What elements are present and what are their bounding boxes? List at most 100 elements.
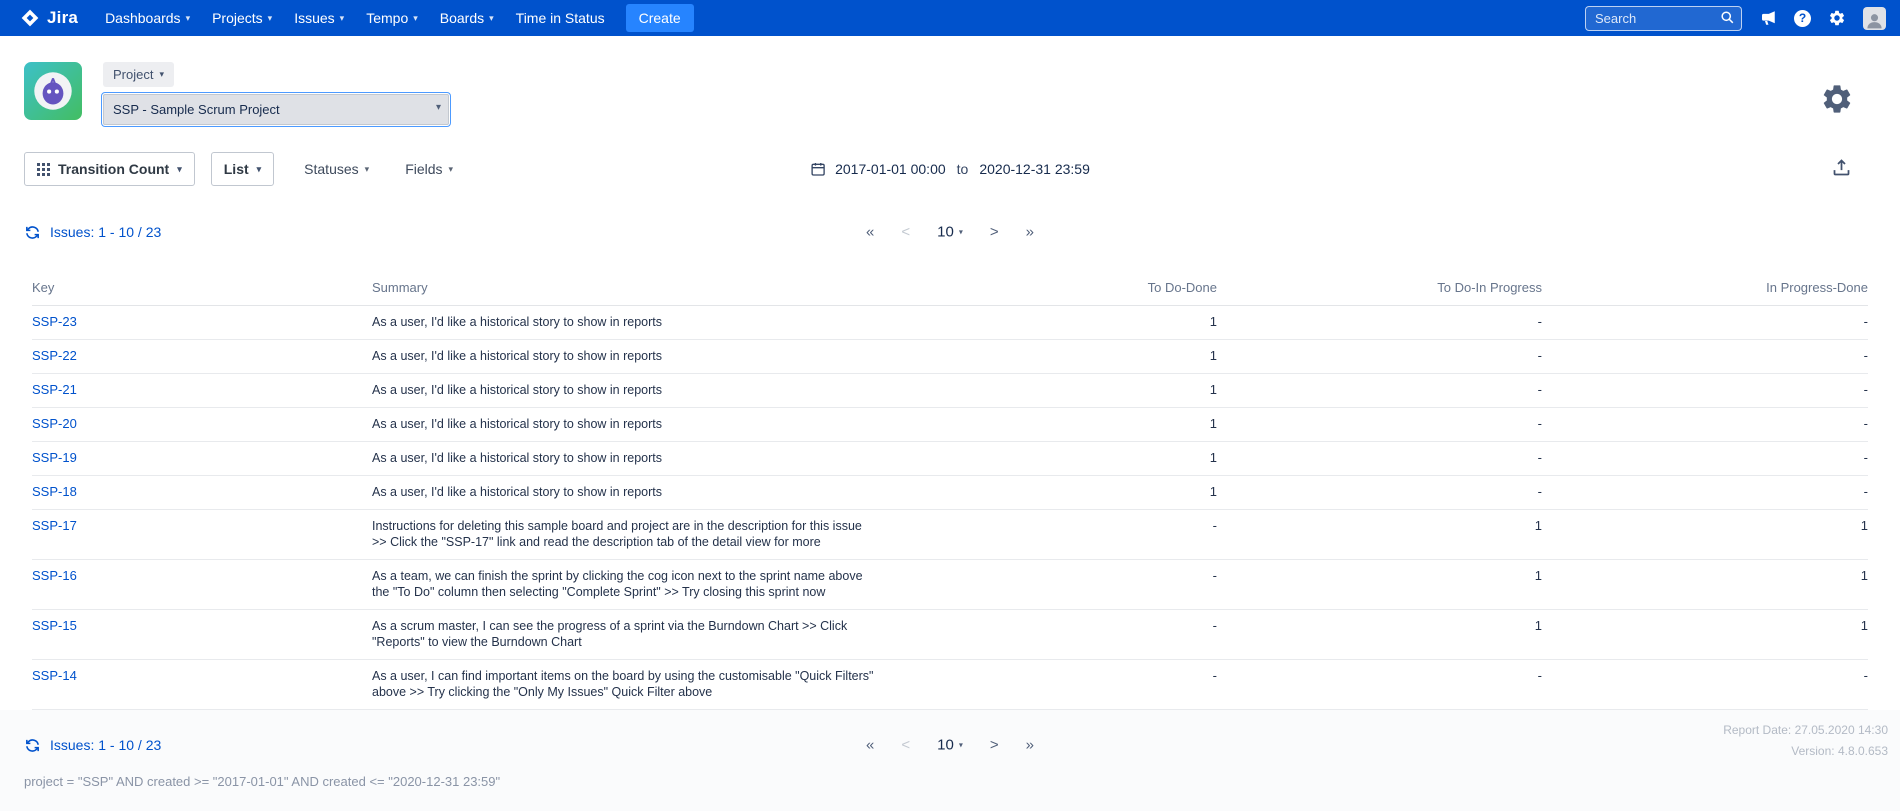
nav-item-issues[interactable]: Issues ▾ (283, 0, 355, 36)
report-type-dropdown[interactable]: Transition Count ▾ (24, 152, 195, 186)
pagination-last[interactable]: » (1026, 225, 1034, 240)
table-header-row: Key Summary To Do-Done To Do-In Progress… (32, 271, 1868, 306)
pagination-last[interactable]: » (1026, 738, 1034, 753)
issue-key-link[interactable]: SSP-15 (32, 618, 77, 633)
pagination-prev[interactable]: < (901, 225, 910, 240)
pagination-first[interactable]: « (866, 225, 874, 240)
issue-key-link[interactable]: SSP-17 (32, 518, 77, 533)
issues-summary: Issues: 1 - 10 / 23 (50, 737, 161, 753)
help-icon[interactable]: ? (1794, 10, 1811, 27)
pagination-next[interactable]: > (990, 738, 999, 753)
page: Jira Dashboards ▾ Projects ▾ Issues ▾ Te… (0, 0, 1900, 811)
project-type-button[interactable]: Project ▾ (103, 62, 174, 87)
todo-done-value: - (892, 660, 1217, 710)
issues-row-bottom: Issues: 1 - 10 / 23 « < 10 ▾ > » Report … (0, 728, 1900, 762)
feedback-megaphone-icon[interactable] (1759, 9, 1777, 27)
issues-table: Key Summary To Do-Done To Do-In Progress… (32, 271, 1868, 710)
inprogress-done-value: - (1542, 408, 1868, 442)
column-header-key[interactable]: Key (32, 271, 372, 306)
page-size-dropdown[interactable]: 10 ▾ (937, 738, 963, 753)
report-date: Report Date: 27.05.2020 14:30 (1723, 720, 1888, 741)
chevron-down-icon: ▾ (449, 165, 454, 174)
export-icon[interactable] (1831, 157, 1852, 183)
refresh-icon[interactable] (24, 737, 41, 754)
issue-summary: As a user, I'd like a historical story t… (372, 408, 892, 442)
column-header-todo-inprogress[interactable]: To Do-In Progress (1217, 271, 1542, 306)
issue-key-link[interactable]: SSP-20 (32, 416, 77, 431)
issue-summary: Instructions for deleting this sample bo… (372, 510, 892, 560)
issue-summary: As a scrum master, I can see the progres… (372, 610, 892, 660)
statuses-dropdown[interactable]: Statuses ▾ (304, 161, 369, 177)
footer: Issues: 1 - 10 / 23 « < 10 ▾ > » Report … (0, 710, 1900, 811)
todo-inprogress-value: - (1217, 306, 1542, 340)
issue-key-link[interactable]: SSP-21 (32, 382, 77, 397)
date-range-picker[interactable]: 2017-01-01 00:00 to 2020-12-31 23:59 (810, 161, 1090, 177)
todo-inprogress-value: - (1217, 374, 1542, 408)
column-header-summary[interactable]: Summary (372, 271, 892, 306)
nav-item-dashboards[interactable]: Dashboards ▾ (94, 0, 201, 36)
project-avatar[interactable] (24, 62, 82, 120)
brand-text: Jira (47, 8, 78, 28)
report-toolbar: Transition Count ▾ List ▾ Statuses ▾ Fie… (24, 149, 1876, 189)
statuses-label: Statuses (304, 161, 358, 177)
fields-label: Fields (405, 161, 442, 177)
nav-item-projects[interactable]: Projects ▾ (201, 0, 283, 36)
nav-item-time-in-status[interactable]: Time in Status (505, 0, 616, 36)
table-row: SSP-20 As a user, I'd like a historical … (32, 408, 1868, 442)
todo-inprogress-value: - (1217, 408, 1542, 442)
nav-item-tempo[interactable]: Tempo ▾ (355, 0, 429, 36)
inprogress-done-value: 1 (1542, 510, 1868, 560)
chevron-down-icon: ▾ (959, 228, 963, 236)
nav-label: Dashboards (105, 10, 181, 26)
help-question-glyph: ? (1794, 10, 1811, 27)
issue-key-link[interactable]: SSP-23 (32, 314, 77, 329)
pagination-next[interactable]: > (990, 225, 999, 240)
inprogress-done-value: 1 (1542, 610, 1868, 660)
issue-key-link[interactable]: SSP-16 (32, 568, 77, 583)
project-select[interactable]: SSP - Sample Scrum Project (103, 94, 449, 125)
table-row: SSP-16 As a team, we can finish the spri… (32, 560, 1868, 610)
todo-done-value: 1 (892, 306, 1217, 340)
issue-key-link[interactable]: SSP-18 (32, 484, 77, 499)
refresh-icon[interactable] (24, 224, 41, 241)
date-from: 2017-01-01 00:00 (835, 161, 946, 177)
date-separator: to (955, 161, 971, 177)
table-row: SSP-19 As a user, I'd like a historical … (32, 442, 1868, 476)
top-navbar: Jira Dashboards ▾ Projects ▾ Issues ▾ Te… (0, 0, 1900, 36)
plugin-version: Version: 4.8.0.653 (1723, 741, 1888, 762)
issue-key-link[interactable]: SSP-19 (32, 450, 77, 465)
table-row: SSP-21 As a user, I'd like a historical … (32, 374, 1868, 408)
column-header-inprogress-done[interactable]: In Progress-Done (1542, 271, 1868, 306)
issue-summary: As a user, I'd like a historical story t… (372, 442, 892, 476)
pagination-prev[interactable]: < (901, 738, 910, 753)
user-avatar[interactable] (1863, 7, 1886, 30)
inprogress-done-value: 1 (1542, 560, 1868, 610)
pagination-first[interactable]: « (866, 738, 874, 753)
todo-inprogress-value: - (1217, 660, 1542, 710)
report-settings-gear-icon[interactable] (1820, 82, 1854, 121)
search-input[interactable] (1585, 6, 1742, 31)
chevron-down-icon: ▾ (186, 14, 191, 23)
view-mode-dropdown[interactable]: List ▾ (211, 152, 274, 186)
issue-key-link[interactable]: SSP-14 (32, 668, 77, 683)
column-header-todo-done[interactable]: To Do-Done (892, 271, 1217, 306)
todo-inprogress-value: 1 (1217, 510, 1542, 560)
inprogress-done-value: - (1542, 340, 1868, 374)
jira-logo[interactable]: Jira (20, 8, 78, 28)
jql-query-text: project = "SSP" AND created >= "2017-01-… (0, 774, 1900, 789)
date-to: 2020-12-31 23:59 (979, 161, 1090, 177)
table-row: SSP-22 As a user, I'd like a historical … (32, 340, 1868, 374)
issue-summary: As a user, I'd like a historical story t… (372, 374, 892, 408)
issue-key-link[interactable]: SSP-22 (32, 348, 77, 363)
fields-dropdown[interactable]: Fields ▾ (405, 161, 453, 177)
project-controls: Project ▾ SSP - Sample Scrum Project ▾ (103, 62, 449, 125)
nav-item-boards[interactable]: Boards ▾ (429, 0, 505, 36)
settings-gear-icon[interactable] (1828, 9, 1846, 27)
issues-count-group: Issues: 1 - 10 / 23 (24, 737, 161, 754)
todo-done-value: 1 (892, 340, 1217, 374)
create-button[interactable]: Create (626, 4, 694, 32)
page-size-dropdown[interactable]: 10 ▾ (937, 225, 963, 240)
issues-count-group: Issues: 1 - 10 / 23 (24, 224, 161, 241)
table-row: SSP-23 As a user, I'd like a historical … (32, 306, 1868, 340)
table-row: SSP-17 Instructions for deleting this sa… (32, 510, 1868, 560)
